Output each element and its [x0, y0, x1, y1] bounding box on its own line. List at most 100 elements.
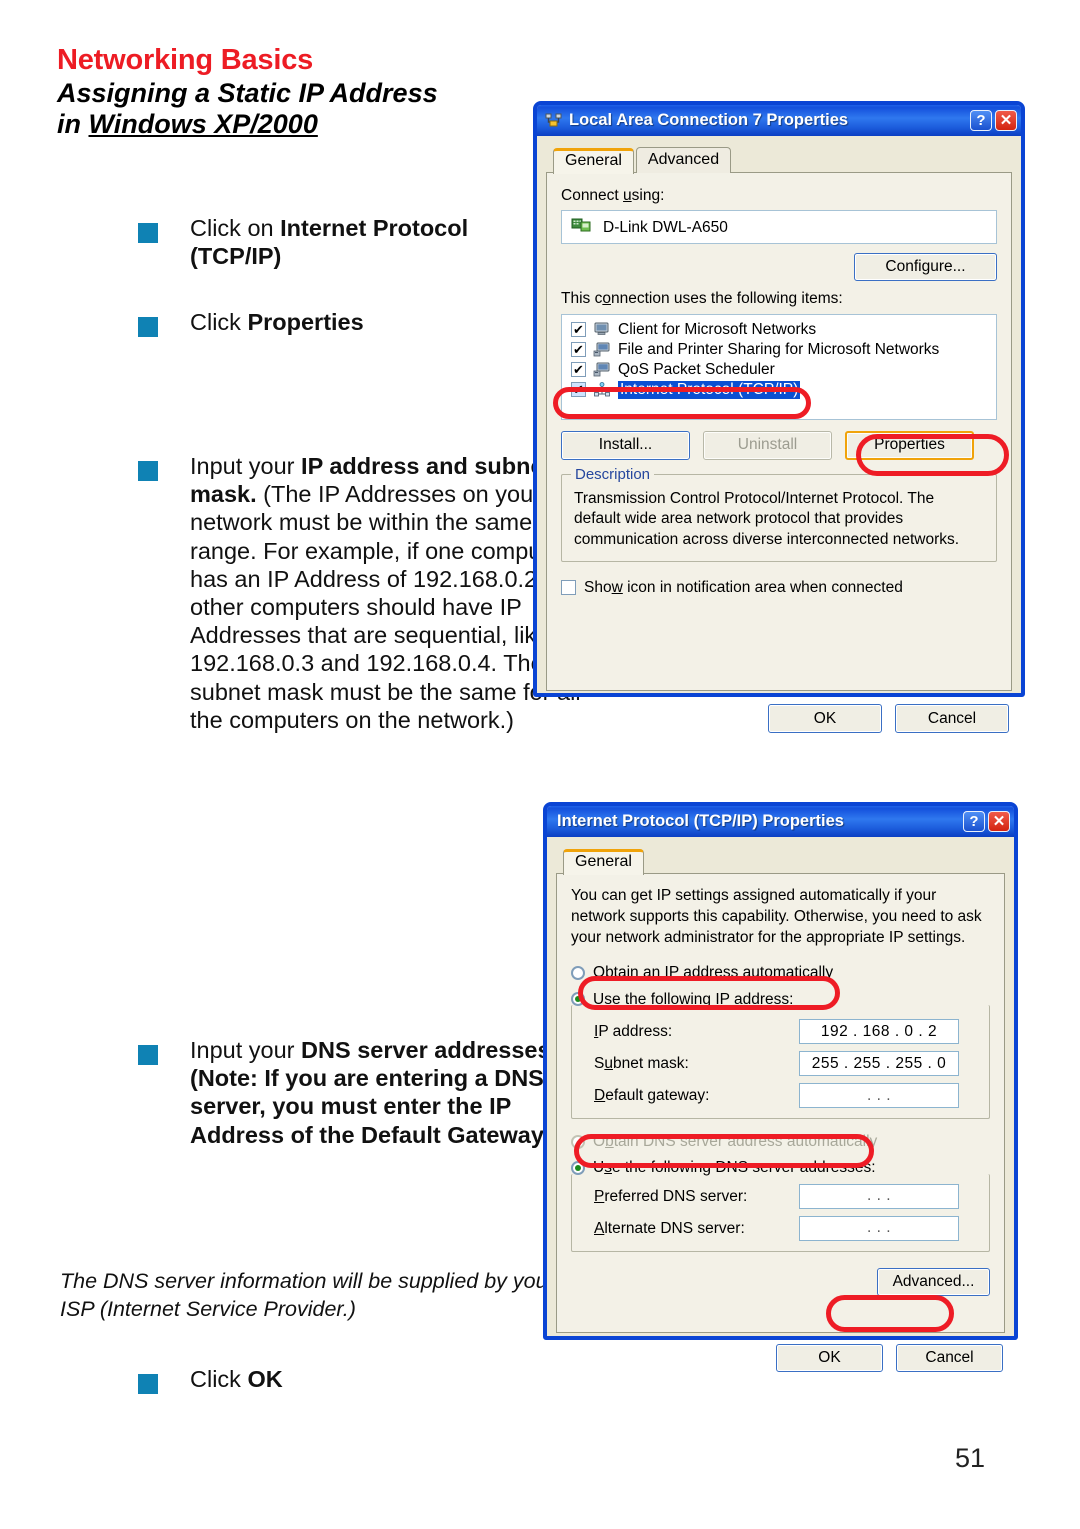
- bullet-square-icon: [138, 223, 158, 243]
- instruction-plain: Click on: [190, 215, 281, 241]
- ok-button[interactable]: OK: [776, 1344, 883, 1372]
- radio-obtain-ip-row[interactable]: Obtain an IP address automatically: [571, 963, 990, 982]
- connect-using-label: Connect using:: [561, 187, 665, 204]
- radio-obtain-dns-row: Obtain DNS server address automatically: [571, 1132, 990, 1151]
- install-button[interactable]: Install...: [561, 430, 690, 460]
- page-header: Networking Basics Assigning a Static IP …: [57, 45, 527, 139]
- item-label: QoS Packet Scheduler: [618, 360, 775, 378]
- dialog-titlebar[interactable]: Local Area Connection 7 Properties ? ✕: [537, 105, 1021, 136]
- cancel-button[interactable]: Cancel: [895, 704, 1009, 733]
- item-label: File and Printer Sharing for Microsoft N…: [618, 340, 940, 358]
- table-row[interactable]: ✔ File and Printer Sharing for Microsoft…: [566, 340, 992, 360]
- titlebar-buttons: ? ✕: [970, 110, 1017, 131]
- dialog-titlebar[interactable]: Internet Protocol (TCP/IP) Properties ? …: [547, 806, 1014, 837]
- dialog-title: Local Area Connection 7 Properties: [569, 111, 849, 129]
- subnet-mask-label: Subnet mask:: [594, 1054, 689, 1072]
- tab-general[interactable]: General: [553, 148, 634, 174]
- alternate-dns-label: Alternate DNS server:: [594, 1219, 745, 1237]
- instruction-bold: OK: [247, 1366, 283, 1392]
- instruction-text: Click on Internet Protocol (TCP/IP): [190, 214, 538, 270]
- instruction-bold: Properties: [247, 309, 364, 336]
- radio-unselected-disabled-icon: [571, 1134, 585, 1149]
- radio-obtain-dns-label: Obtain DNS server address automatically: [593, 1133, 878, 1151]
- subnet-mask-input[interactable]: 255 . 255 . 255 . 0: [799, 1051, 959, 1077]
- computer-icon: [593, 322, 611, 337]
- list-item: Click Properties: [138, 308, 538, 338]
- list-item-ip-address: Input your IP address and subnet mask. (…: [138, 452, 588, 734]
- tab-advanced[interactable]: Advanced: [635, 147, 732, 173]
- instruction-plain: Click: [190, 309, 248, 336]
- table-row-selected[interactable]: ✔ Internet Protocol (TCP/IP): [566, 380, 992, 400]
- tab-bar: General: [556, 846, 1005, 875]
- page-title-line1: Assigning a Static IP Address: [57, 78, 438, 109]
- help-button[interactable]: ?: [963, 811, 985, 832]
- list-item-click-ok: Click OK: [138, 1365, 590, 1394]
- instruction-text: Input your DNS server addresses. (Note: …: [190, 1036, 590, 1149]
- instruction-text: Input your IP address and subnet mask. (…: [190, 452, 588, 734]
- properties-button[interactable]: Properties: [845, 430, 974, 460]
- dialog-body: General Advanced Connect using: D-Link D…: [537, 136, 1021, 733]
- configure-button[interactable]: Configure...: [854, 253, 997, 282]
- instruction-text: Click Properties: [190, 308, 538, 336]
- file-sharing-icon: [593, 342, 611, 357]
- checkbox-checked-icon[interactable]: ✔: [571, 382, 586, 398]
- checkbox-checked-icon[interactable]: ✔: [571, 362, 586, 378]
- list-item-dns-server: Input your DNS server addresses. (Note: …: [138, 1036, 590, 1149]
- help-button[interactable]: ?: [970, 110, 992, 131]
- ip-address-input[interactable]: 192 . 168 . 0 . 2: [799, 1019, 959, 1045]
- tab-bar: General Advanced: [546, 145, 1012, 174]
- items-label: This connection uses the following items…: [561, 290, 843, 308]
- bullet-square-icon: [138, 317, 158, 338]
- show-icon-row[interactable]: Show icon in notification area when conn…: [561, 578, 997, 597]
- network-connection-icon: [544, 111, 563, 130]
- dns-isp-note: The DNS server information will be suppl…: [60, 1269, 555, 1321]
- instruction-plain: Input your: [190, 453, 302, 479]
- dialog-local-area-connection-properties: Local Area Connection 7 Properties ? ✕ G…: [533, 101, 1025, 733]
- dialog-body: General You can get IP settings assigned…: [547, 837, 1014, 1372]
- page-kicker: Networking Basics: [57, 44, 314, 76]
- page-number: 51: [955, 1443, 986, 1473]
- bullet-square-icon: [138, 461, 158, 481]
- table-row[interactable]: ✔ Client for Microsoft Networks: [566, 320, 992, 340]
- network-adapter-icon: [571, 217, 591, 238]
- default-gateway-label: Default gateway:: [594, 1086, 710, 1104]
- qos-scheduler-icon: [593, 362, 611, 377]
- page-title-line2-prefix: in: [57, 108, 89, 139]
- checkbox-checked-icon[interactable]: ✔: [571, 322, 586, 338]
- ip-settings-group: IP address: 192 . 168 . 0 . 2 Subnet mas…: [571, 1005, 990, 1120]
- dns-settings-group: Preferred DNS server: . . . Alternate DN…: [571, 1173, 990, 1252]
- close-icon[interactable]: ✕: [988, 811, 1010, 832]
- checkbox-unchecked-icon[interactable]: [561, 580, 576, 596]
- protocol-icon: [593, 382, 611, 397]
- list-item: Click on Internet Protocol (TCP/IP): [138, 214, 538, 270]
- table-row[interactable]: ✔ QoS Packet Scheduler: [566, 360, 992, 380]
- dialog-internet-protocol-properties: Internet Protocol (TCP/IP) Properties ? …: [543, 802, 1018, 1372]
- titlebar-buttons: ? ✕: [963, 811, 1010, 832]
- adapter-name: D-Link DWL-A650: [603, 218, 728, 236]
- default-gateway-input[interactable]: . . .: [799, 1083, 959, 1109]
- uninstall-button: Uninstall: [703, 430, 832, 460]
- advanced-button[interactable]: Advanced...: [877, 1267, 990, 1296]
- ok-button[interactable]: OK: [768, 704, 882, 733]
- checkbox-checked-icon[interactable]: ✔: [571, 342, 586, 358]
- page-title-line2-underlined: Windows XP/2000: [88, 108, 318, 139]
- adapter-box: D-Link DWL-A650: [561, 210, 997, 245]
- install-button-label: Install...: [598, 436, 653, 454]
- cancel-button[interactable]: Cancel: [896, 1344, 1003, 1372]
- intro-text: You can get IP settings assigned automat…: [571, 887, 982, 946]
- preferred-dns-input[interactable]: . . .: [799, 1183, 959, 1209]
- description-text: Transmission Control Protocol/Internet P…: [574, 489, 960, 548]
- network-items-list[interactable]: ✔ Client for Microsoft Networks ✔ File a…: [561, 313, 997, 420]
- dialog-title: Internet Protocol (TCP/IP) Properties: [557, 812, 844, 830]
- item-label: Client for Microsoft Networks: [618, 320, 817, 338]
- instruction-list-top: Click on Internet Protocol (TCP/IP) Clic…: [138, 214, 538, 341]
- bullet-square-icon: [138, 1045, 158, 1065]
- instruction-plain-tail: (The IP Addresses on your network must b…: [190, 481, 583, 733]
- ip-address-label: IP address:: [594, 1022, 673, 1040]
- radio-unselected-icon[interactable]: [571, 965, 585, 980]
- tab-general[interactable]: General: [563, 849, 644, 875]
- tab-panel-general: Connect using: D-Link DWL-A650 Configure…: [546, 172, 1012, 691]
- close-icon[interactable]: ✕: [995, 110, 1017, 131]
- alternate-dns-input[interactable]: . . .: [799, 1215, 959, 1241]
- instruction-plain: Click: [190, 1366, 248, 1392]
